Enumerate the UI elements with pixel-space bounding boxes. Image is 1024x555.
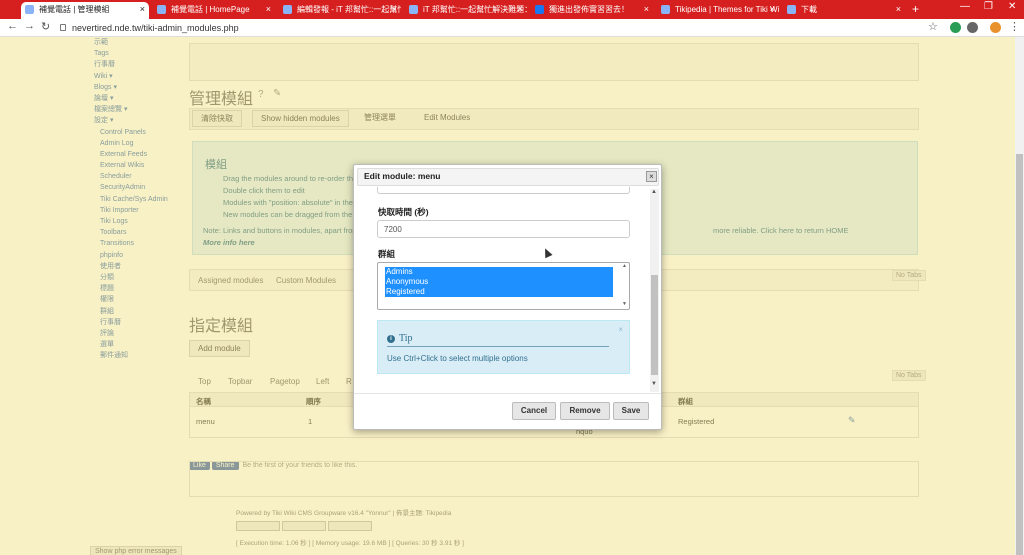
extension-icon[interactable] bbox=[967, 22, 978, 33]
remove-button[interactable]: Remove bbox=[560, 402, 610, 420]
group-option-registered[interactable]: Registered bbox=[385, 287, 613, 297]
address-bar[interactable]: nevertired.nde.tw/tiki-admin_modules.php bbox=[58, 21, 918, 35]
tab-download[interactable]: 下載 × bbox=[783, 2, 905, 19]
close-tab-icon[interactable]: × bbox=[140, 2, 145, 17]
groups-multiselect[interactable]: Admins Anonymous Registered ▲ ▼ bbox=[377, 262, 630, 310]
maximize-icon[interactable]: ❐ bbox=[984, 1, 993, 12]
reload-icon[interactable]: ↻ bbox=[41, 20, 50, 33]
scroll-down-icon[interactable]: ▼ bbox=[651, 381, 657, 387]
dialog-title: Edit module: menu bbox=[364, 171, 441, 181]
chevron-down-icon[interactable]: ▼ bbox=[622, 301, 627, 307]
facebook-icon bbox=[535, 5, 544, 14]
close-tip-icon[interactable]: × bbox=[618, 325, 623, 334]
tip-divider bbox=[387, 346, 609, 347]
tab-manage-modules[interactable]: 補覺電話 | 管理模組 × bbox=[21, 2, 149, 19]
tip-title: Tip bbox=[399, 333, 413, 344]
info-icon: i bbox=[387, 335, 395, 343]
tab-ithome-edit[interactable]: 編輯發報 - iT 邦幫忙::一起幫忙解× bbox=[279, 2, 401, 19]
cache-time-input[interactable] bbox=[377, 220, 630, 238]
tab-tikipedia[interactable]: Tikipedia | Themes for Tiki Wi × bbox=[657, 2, 779, 19]
group-option-admins[interactable]: Admins bbox=[385, 267, 613, 277]
minimize-icon[interactable]: — bbox=[960, 1, 970, 12]
site-favicon-icon bbox=[25, 5, 34, 14]
profile-avatar[interactable] bbox=[990, 22, 1001, 33]
cache-time-label: 快取時間 (秒) bbox=[378, 207, 429, 217]
tab-ithome-question[interactable]: iT 邦幫忙::一起幫忙解決難題：拯× bbox=[405, 2, 527, 19]
bookmark-star-icon[interactable]: ☆ bbox=[928, 20, 938, 33]
chevron-up-icon[interactable]: ▲ bbox=[622, 263, 627, 269]
dialog-body: ▾ 快取時間 (秒) 群組 Admins Anonymous Registere… bbox=[357, 187, 663, 392]
partially-visible-select[interactable]: ▾ bbox=[377, 187, 630, 194]
download-icon bbox=[787, 5, 796, 14]
extension-shield-icon[interactable] bbox=[950, 22, 961, 33]
page-scrollbar-thumb[interactable] bbox=[1016, 154, 1023, 555]
browser-tab-strip: 補覺電話 | 管理模組 × 補覺電話 | HomePage × 編輯發報 - iT … bbox=[0, 0, 1024, 19]
close-tab-icon[interactable]: × bbox=[770, 2, 775, 17]
close-dialog-button[interactable]: × bbox=[646, 171, 657, 182]
close-tab-icon[interactable]: × bbox=[896, 2, 901, 17]
site-favicon-icon bbox=[157, 5, 166, 14]
site-favicon-icon bbox=[409, 5, 418, 14]
close-tab-icon[interactable]: × bbox=[392, 2, 397, 17]
edit-module-dialog: Edit module: menu × ▾ 快取時間 (秒) 群組 Admins… bbox=[353, 164, 662, 430]
cancel-button[interactable]: Cancel bbox=[512, 402, 556, 420]
close-tab-icon[interactable]: × bbox=[644, 2, 649, 17]
scroll-up-icon[interactable]: ▲ bbox=[651, 189, 657, 195]
tab-homepage[interactable]: 補覺電話 | HomePage × bbox=[153, 2, 275, 19]
close-window-icon[interactable]: ✕ bbox=[1008, 1, 1016, 12]
forward-icon[interactable]: → bbox=[24, 20, 35, 32]
dialog-scrollbar-thumb[interactable] bbox=[651, 275, 658, 375]
save-button[interactable]: Save bbox=[613, 402, 649, 420]
menu-dots-icon[interactable]: ⋮ bbox=[1009, 20, 1020, 33]
site-favicon-icon bbox=[283, 5, 292, 14]
page-scrollbar[interactable] bbox=[1015, 37, 1024, 555]
chevron-down-icon: ▾ bbox=[623, 187, 626, 189]
close-tab-icon[interactable]: × bbox=[518, 2, 523, 17]
tip-text: Use Ctrl+Click to select multiple option… bbox=[387, 354, 528, 363]
back-icon[interactable]: ← bbox=[7, 20, 18, 32]
browser-toolbar: ← → ↻ nevertired.nde.tw/tiki-admin_modul… bbox=[0, 19, 1024, 37]
tab-facebook[interactable]: 獨進出發佈實習習去！ × bbox=[531, 2, 653, 19]
tip-box: × i Tip Use Ctrl+Click to select multipl… bbox=[377, 320, 630, 374]
group-option-anonymous[interactable]: Anonymous bbox=[385, 277, 613, 287]
groups-label: 群組 bbox=[378, 249, 396, 259]
dialog-footer-divider bbox=[354, 393, 661, 394]
dialog-scrollbar[interactable]: ▲ ▼ bbox=[650, 189, 659, 392]
new-tab-icon[interactable]: + bbox=[912, 2, 919, 16]
lock-icon bbox=[60, 24, 66, 31]
close-tab-icon[interactable]: × bbox=[266, 2, 271, 17]
site-favicon-icon bbox=[661, 5, 670, 14]
